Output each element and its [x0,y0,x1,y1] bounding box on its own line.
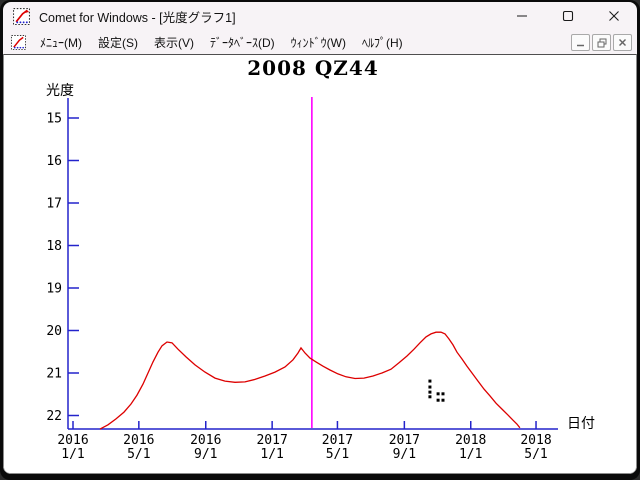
graph-client-area [3,54,637,474]
chart-title: 2008 QZ44 [68,56,558,80]
minimize-icon [516,10,528,22]
menu-item-window[interactable]: ｳｨﾝﾄﾞｳ(W) [283,31,354,54]
menu-item-database[interactable]: ﾃﾞｰﾀﾍﾞｰｽ(D) [202,31,283,54]
menu-item-view[interactable]: 表示(V) [146,31,202,54]
mdi-close-icon [618,38,627,47]
mdi-minimize-icon [576,38,585,47]
app-window: Comet for Windows - [光度グラフ1] [0,0,640,480]
y-axis-label: 光度 [46,80,74,100]
menu-item-help[interactable]: ﾍﾙﾌﾟ(H) [354,31,411,54]
menu-item-menu[interactable]: ﾒﾆｭｰ(M) [32,31,90,54]
menu-item-settings[interactable]: 設定(S) [90,31,146,54]
mdi-child-icon [11,35,26,50]
minimize-button[interactable] [499,2,545,30]
x-axis-label: 日付 [567,413,595,433]
caption-buttons [499,2,637,30]
title-bar: Comet for Windows - [光度グラフ1] [3,2,637,30]
maximize-button[interactable] [545,2,591,30]
maximize-icon [562,10,574,22]
menu-bar: ﾒﾆｭｰ(M) 設定(S) 表示(V) ﾃﾞｰﾀﾍﾞｰｽ(D) ｳｨﾝﾄﾞｳ(W… [3,30,637,54]
mdi-window-buttons [571,34,632,51]
close-icon [608,10,620,22]
lightcurve-app-icon [13,8,30,25]
mdi-restore-icon [597,38,607,48]
mdi-minimize-button[interactable] [571,34,590,51]
close-button[interactable] [591,2,637,30]
mdi-close-button[interactable] [613,34,632,51]
window-title: Comet for Windows - [光度グラフ1] [39,7,236,26]
mdi-restore-button[interactable] [592,34,611,51]
